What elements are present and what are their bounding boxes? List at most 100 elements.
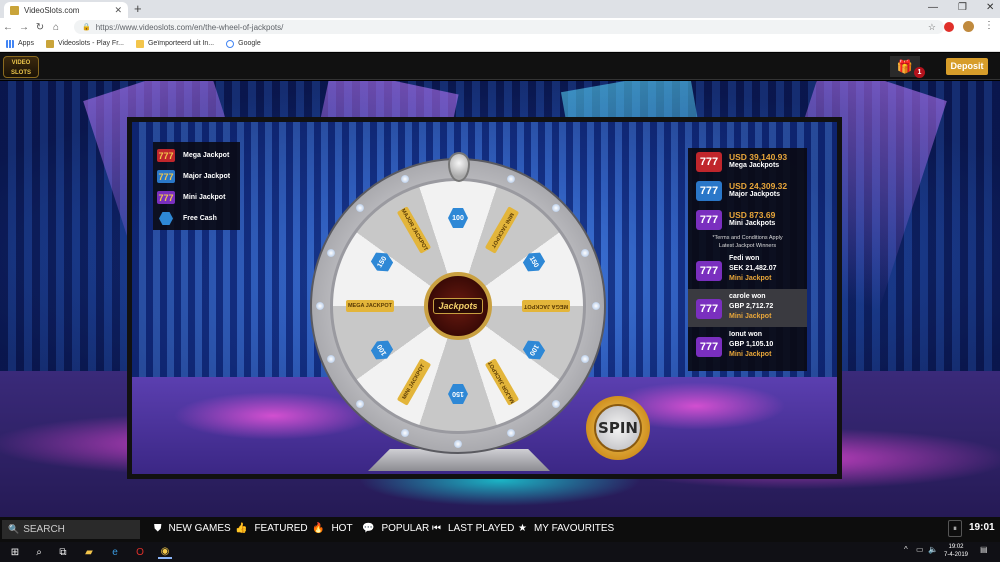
forward-icon[interactable]: → (16, 22, 32, 33)
bookmark-videoslots[interactable]: Videoslots - Play Fr... (45, 39, 124, 48)
legend-item: Free Cash (157, 208, 236, 229)
back-icon[interactable]: ← (0, 22, 16, 33)
site-clock: 19:01 (969, 522, 995, 533)
search-icon: 🔍 (8, 524, 20, 534)
winner-row: 777 Fedi won SEK 21,482.07 Mini Jackpot (688, 251, 807, 289)
mini-jackpot-icon: 777 (696, 261, 722, 281)
nav-popular[interactable]: 💬 POPULAR (362, 523, 429, 534)
wheel-light (551, 399, 560, 408)
nav-new-games[interactable]: ⛊ NEW GAMES (154, 523, 231, 534)
lock-icon: 🔒 (82, 24, 91, 31)
url-field[interactable]: 🔒 https://www.videoslots.com/en/the-whee… (74, 20, 944, 34)
terms-note[interactable]: *Terms and Conditions Apply (688, 235, 807, 242)
search-icon[interactable]: ⌕ (32, 545, 46, 559)
wheel-light (326, 354, 335, 363)
wheel-light (506, 174, 515, 183)
bookmark-apps[interactable]: Apps (6, 39, 34, 48)
winner-row: 777 Ionut won GBP 1,105.10 Mini Jackpot (688, 327, 807, 365)
mega-jackpot-icon: 777 (157, 149, 175, 162)
flame-icon: 🔥 (312, 523, 325, 534)
new-tab-icon[interactable]: + (134, 1, 142, 16)
major-jackpot-icon: 777 (696, 181, 722, 201)
volume-icon[interactable]: 🔈 (928, 545, 938, 554)
mini-jackpot-icon: 777 (696, 210, 722, 230)
nav-my-favourites[interactable]: ★ MY FAVOURITES (518, 523, 614, 534)
notifications-icon[interactable]: ▤ (980, 545, 988, 554)
thumbs-up-icon: 👍 (235, 523, 248, 534)
site-header (0, 53, 1000, 80)
wheel-light (551, 204, 560, 213)
jackpot-panel: 777 USD 39,140.93 Mega Jackpots 777 USD … (688, 148, 807, 371)
bookmark-imported[interactable]: Geïmporteerd uit In... (135, 39, 214, 48)
wheel-hub: Jackpots (424, 272, 492, 340)
gift-count-badge: 1 (914, 67, 925, 78)
mega-jackpot-icon: 777 (696, 152, 722, 172)
home-icon[interactable]: ⌂ (48, 22, 64, 33)
url-text: https://www.videoslots.com/en/the-wheel-… (95, 22, 284, 32)
session-clock-icon[interactable]: ⏸ (948, 520, 962, 537)
reload-icon[interactable]: ↻ (32, 22, 48, 33)
jackpot-wheel: 100 MINI JACKPOT 150 MEGA JACKPOT 100 MAJOR J… (310, 152, 610, 454)
internet-explorer-icon[interactable]: e (108, 545, 122, 559)
site-logo[interactable]: VIDEO SLOTS (3, 56, 39, 78)
network-icon[interactable]: ▭ (916, 545, 924, 554)
wheel-segment-jackpot: MEGA JACKPOT (346, 300, 394, 312)
windows-start-icon[interactable]: ⊞ (8, 545, 22, 559)
star-icon: ★ (518, 523, 527, 534)
browser-tab[interactable]: VideoSlots.com ✕ (4, 2, 128, 18)
google-icon (226, 39, 235, 48)
chat-bubble-icon: 💬 (362, 523, 375, 534)
minimize-window-icon[interactable]: — (928, 2, 938, 13)
tray-chevron-icon[interactable]: ^ (904, 545, 908, 554)
mini-jackpot-icon: 777 (157, 191, 175, 204)
mini-jackpot-icon: 777 (696, 337, 722, 357)
nav-hot[interactable]: 🔥 HOT (312, 523, 353, 534)
nav-featured[interactable]: 👍 FEATURED (235, 523, 308, 534)
mini-jackpot-icon: 777 (696, 299, 722, 319)
winner-row: 777 carole won GBP 2,712.72 Mini Jackpot (688, 289, 807, 327)
spin-button[interactable]: SPIN (586, 396, 650, 460)
file-explorer-icon[interactable]: ▰ (82, 545, 96, 559)
task-view-icon[interactable]: ⧉ (56, 545, 70, 559)
folder-icon (135, 39, 144, 48)
restore-window-icon[interactable]: ❐ (958, 2, 967, 13)
adblock-extension-icon[interactable] (944, 22, 954, 32)
bookmarks-bar: Apps Videoslots - Play Fr... Geïmporteer… (0, 36, 1000, 52)
address-bar: ← → ↻ ⌂ 🔒 https://www.videoslots.com/en/… (0, 18, 1000, 36)
jackpot-legend: 777 Mega Jackpot 777 Major Jackpot 777 M… (153, 142, 240, 230)
wheel-light (326, 249, 335, 258)
hub-logo: Jackpots (433, 298, 483, 314)
latest-winners-title: Latest Jackpot Winners (718, 243, 777, 249)
videoslots-favicon-icon (45, 39, 54, 48)
taskbar-clock[interactable]: 19:02 7-4-2019 (944, 543, 968, 559)
close-tab-icon[interactable]: ✕ (114, 5, 122, 16)
wheel-segment-jackpot: MEGA JACKPOT (522, 300, 570, 312)
windows-taskbar (0, 542, 1000, 562)
legend-item: 777 Mega Jackpot (157, 149, 230, 162)
search-input[interactable]: 🔍 SEARCH (2, 520, 140, 539)
shield-icon: ⛊ (154, 523, 162, 534)
wheel-light (454, 440, 462, 448)
apps-grid-icon (6, 39, 14, 48)
videoslots-favicon-icon (10, 5, 19, 15)
browser-tab-bar: VideoSlots.com ✕ + — ❐ ✕ (0, 0, 1000, 18)
deposit-button[interactable]: Deposit (946, 58, 988, 75)
wheel-light (316, 302, 324, 310)
legend-item: 777 Major Jackpot (157, 170, 231, 183)
wheel-light (356, 399, 365, 408)
profile-avatar[interactable] (963, 21, 974, 32)
opera-icon[interactable]: O (133, 545, 147, 559)
bookmark-google[interactable]: Google (226, 39, 261, 48)
major-jackpot-icon: 777 (157, 170, 175, 183)
jackpot-item: 777 USD 39,140.93 Mega Jackpots (688, 148, 807, 177)
legend-item: 777 Mini Jackpot (157, 191, 226, 204)
wheel-light (401, 174, 410, 183)
wheel-light (592, 302, 600, 310)
bookmark-star-icon[interactable]: ☆ (928, 22, 936, 33)
browser-menu-icon[interactable]: ⋮ (984, 20, 994, 31)
jackpot-item: 777 USD 873.69 Mini Jackpots (688, 206, 807, 235)
free-cash-icon (159, 212, 173, 225)
close-window-icon[interactable]: ✕ (986, 2, 994, 13)
nav-last-played[interactable]: ⏮ LAST PLAYED (432, 523, 514, 534)
chrome-icon[interactable]: ◉ (158, 545, 172, 559)
